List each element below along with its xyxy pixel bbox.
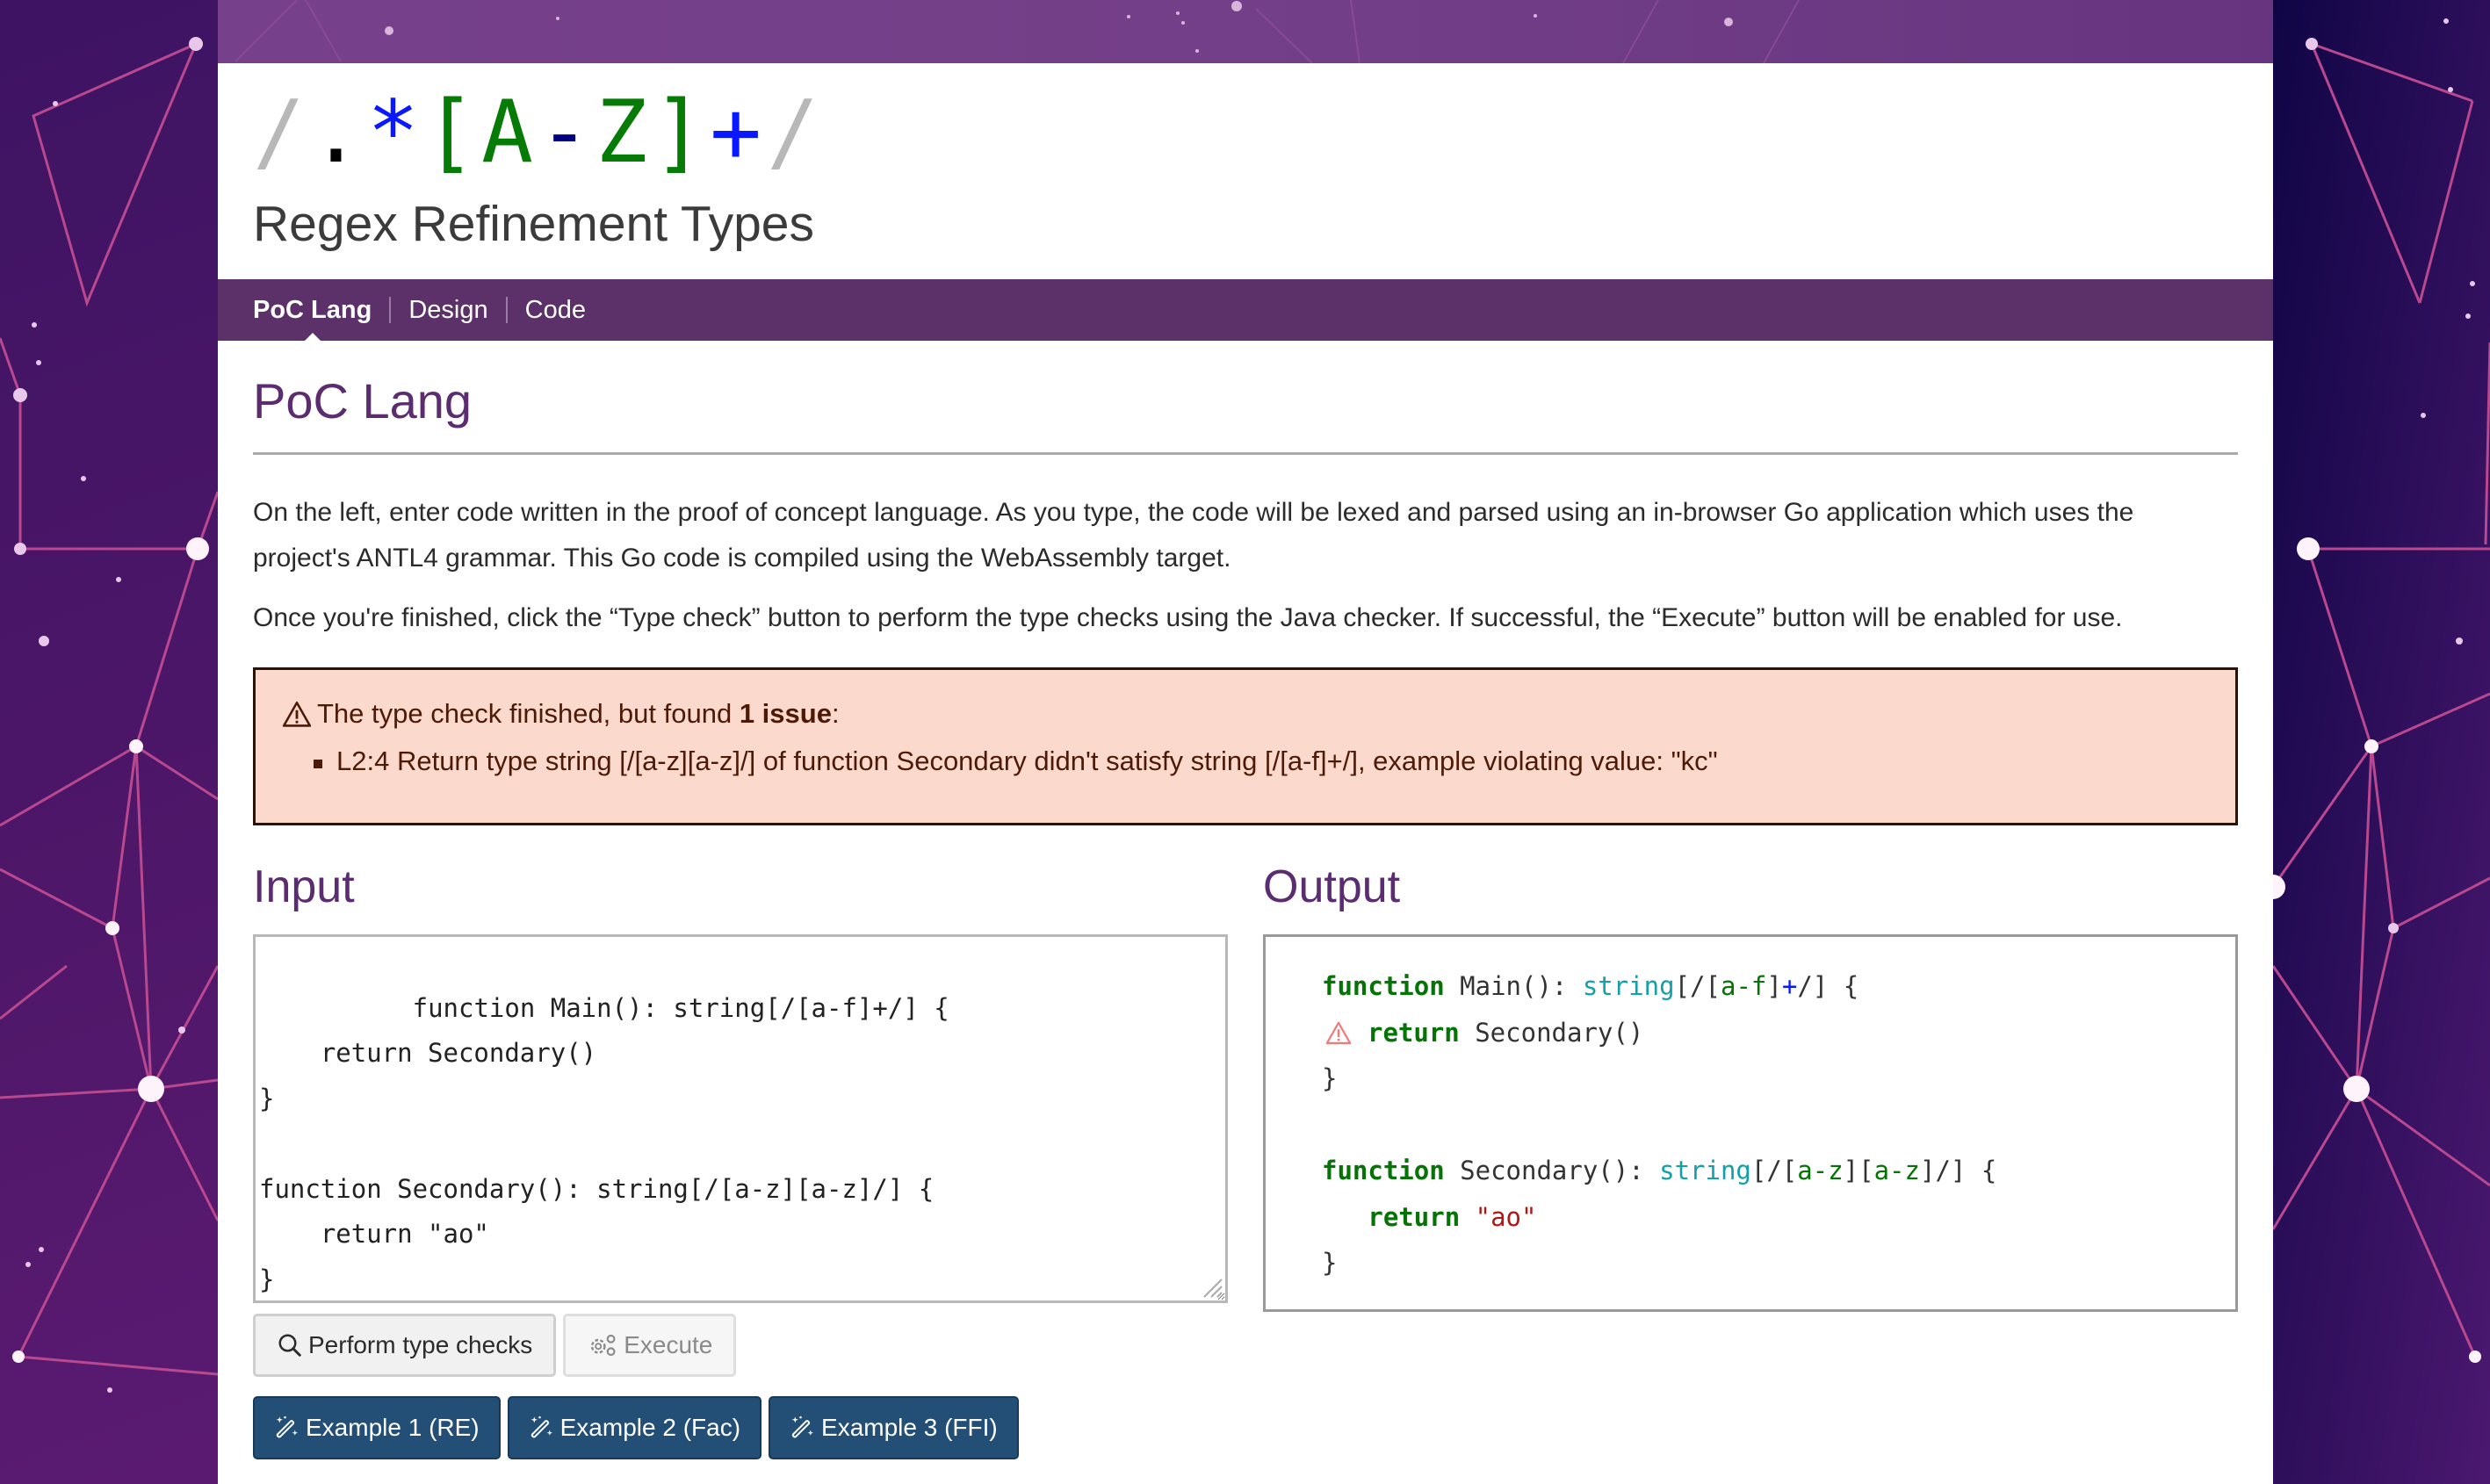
resize-handle-icon[interactable] [1201,1276,1223,1299]
action-buttons: Perform type checks Execute [253,1314,1228,1377]
punct-token: /] { [1797,971,1859,1001]
issue-count: 1 issue [739,698,832,729]
nav-item-code[interactable]: Code [525,296,586,325]
code-input-textarea[interactable]: function Main(): string[/[a-f]+/] { retu… [253,934,1228,1303]
gears-icon [591,1334,616,1357]
output-line: function Secondary(): string[/[a-z][a-z]… [1322,1148,2235,1194]
magic-wand-icon [530,1416,552,1438]
button-label: Example 3 (FFI) [821,1414,998,1441]
example-3-button[interactable]: Example 3 (FFI) [769,1396,1019,1459]
logo-part: . [310,83,368,183]
page-title: PoC Lang [253,372,2238,455]
logo-part: Z] [595,83,711,183]
output-line: } [1322,1063,1338,1093]
keyword-token: return [1368,1017,1460,1048]
nav-item-label: PoC Lang [253,295,372,324]
site-header: /.*[A-Z]+/ Regex Refinement Types [218,63,2273,279]
logo-part: / [253,83,311,183]
output-column: Output function Main(): string[/[a-f]+/]… [1263,861,2238,1459]
string-token: "ao" [1475,1201,1537,1232]
intro-paragraph: On the left, enter code written in the p… [253,498,2134,573]
alert-prefix: The type check finished, but found [317,698,733,729]
ident-token: Main(): [1444,971,1583,1001]
output-line: } [1322,1248,1338,1278]
type-check-alert: The type check finished, but found 1 iss… [253,667,2238,825]
output-title: Output [1263,861,1401,912]
issue-list: L2:4 Return type string [/[a-z][a-z]/] o… [282,746,2209,777]
input-column: Input function Main(): string[/[a-f]+/] … [253,861,1228,1459]
logo-part: * [367,83,425,183]
main-nav: PoC Lang Design Code [218,279,2273,344]
type-token: string [1582,971,1675,1001]
logo-part: [A [424,83,539,183]
alert-suffix: : [831,698,840,729]
issue-item: L2:4 Return type string [/[a-z][a-z]/] o… [314,746,2209,777]
ident-token: Secondary(): [1444,1156,1660,1185]
button-label: Example 2 (Fac) [559,1414,741,1441]
nav-separator [505,297,508,323]
example-buttons: Example 1 (RE) Example 2 (Fac) Example 3… [253,1396,1228,1459]
range-token: a-z [1797,1156,1844,1185]
logo-part: / [767,83,825,183]
magic-wand-icon [791,1416,814,1438]
logo-part: - [538,83,596,183]
punct-token: [/[ [1750,1156,1798,1185]
input-title: Input [253,861,355,912]
punct-token: [/[ [1674,971,1721,1001]
output-line-blank [1322,1102,2235,1149]
active-caret-icon [300,332,324,344]
search-icon [278,1334,301,1357]
punct-token: ] [1766,971,1782,1001]
type-token: string [1659,1156,1751,1185]
code-output-panel: function Main(): string[/[a-f]+/] {retur… [1263,934,2238,1312]
output-line-warning: return Secondary() [1322,1010,2235,1056]
punct-token: ][ [1843,1156,1874,1185]
site-title: Regex Refinement Types [253,196,814,252]
perform-type-checks-button[interactable]: Perform type checks [253,1314,557,1377]
button-label: Execute [624,1331,713,1358]
magic-wand-icon [276,1416,299,1438]
output-line: function Main(): string[/[a-f]+/] { [1322,963,2235,1010]
nav-item-poc-lang[interactable]: PoC Lang [253,295,372,344]
page-container: /.*[A-Z]+/ Regex Refinement Types PoC La… [218,0,2273,1484]
alert-heading: The type check finished, but found 1 iss… [282,698,2209,730]
code-input-value: function Main(): string[/[a-f]+/] { retu… [259,992,949,1294]
logo-part: + [710,83,768,183]
warning-icon[interactable] [1325,1020,1352,1045]
instructions-paragraph: Once you're finished, click the “Type ch… [253,603,2123,632]
keyword-token: return [1368,1201,1461,1232]
output-line: return "ao" [1322,1194,2235,1241]
regex-logo[interactable]: /.*[A-Z]+/ [253,90,824,176]
range-token: a-z [1873,1156,1920,1185]
punct-token: ]/] { [1919,1156,1997,1185]
main-content: PoC Lang On the left, enter code written… [218,372,2273,1459]
example-2-button[interactable]: Example 2 (Fac) [507,1396,762,1459]
keyword-token: function [1322,1156,1445,1185]
keyword-token: function [1322,971,1445,1001]
range-token: a-f [1720,971,1767,1001]
warning-triangle-icon [282,701,312,727]
editor-columns: Input function Main(): string[/[a-f]+/] … [253,861,2238,1459]
button-label: Perform type checks [308,1331,533,1358]
top-decorative-band [218,0,2273,63]
nav-separator [389,297,392,323]
example-1-button[interactable]: Example 1 (RE) [253,1396,501,1459]
nav-item-design[interactable]: Design [408,296,487,325]
quantifier-token: + [1781,971,1798,1001]
ident-token: Secondary() [1459,1017,1644,1048]
button-label: Example 1 (RE) [306,1414,480,1441]
execute-button[interactable]: Execute [563,1314,737,1377]
